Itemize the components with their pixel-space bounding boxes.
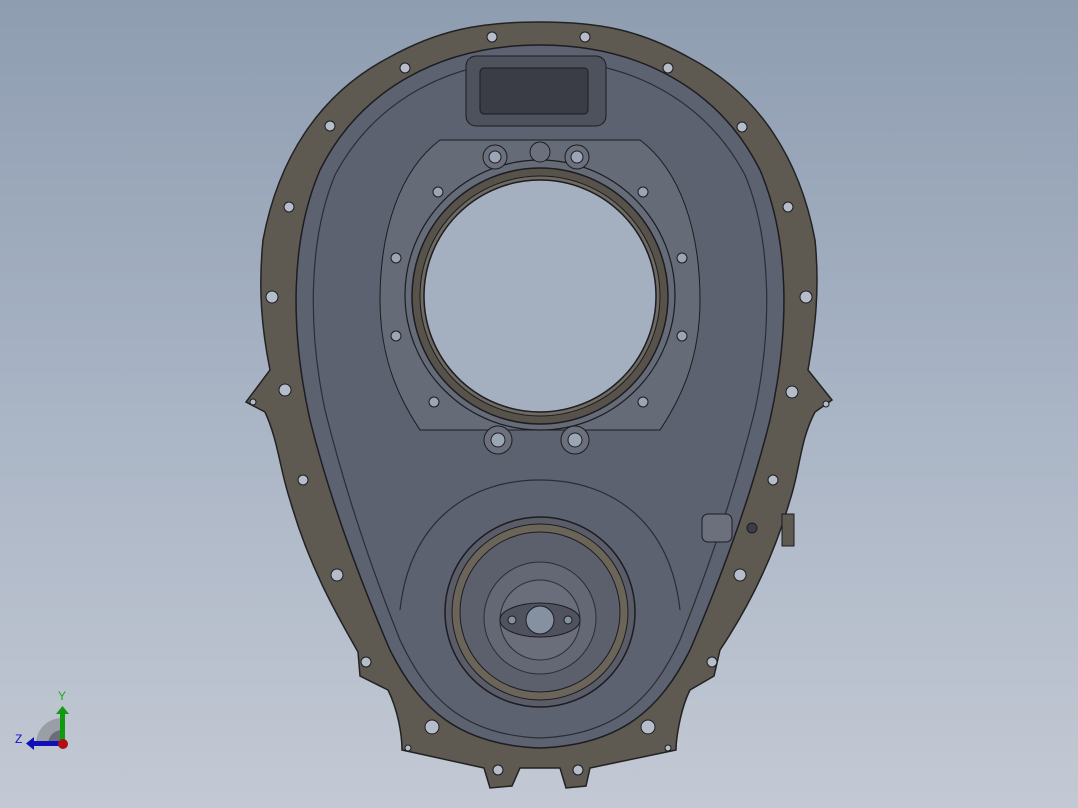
y-axis-label: Y [58, 689, 66, 703]
top-oil-window-inner [479, 67, 589, 115]
crank-flange-hole-right [563, 615, 573, 625]
crank-flange-hole-left [507, 615, 517, 625]
cam-bore-opening [423, 179, 657, 413]
z-axis-arrowhead [26, 737, 34, 750]
model-view[interactable]: Y Z [0, 0, 1078, 808]
side-hole [746, 522, 758, 534]
y-axis-arrowhead [56, 706, 69, 714]
side-fitting [701, 513, 733, 543]
side-tab [781, 513, 795, 547]
z-axis-label: Z [15, 732, 22, 746]
timing-cover-part[interactable] [244, 21, 834, 789]
crank-center-hole [525, 605, 555, 635]
axis-triad: Y Z [15, 689, 69, 750]
y-axis-arrow [60, 713, 65, 743]
z-axis-arrow [33, 741, 61, 746]
graphics-viewport[interactable]: Y Z [0, 0, 1078, 808]
x-axis-point [58, 739, 68, 749]
